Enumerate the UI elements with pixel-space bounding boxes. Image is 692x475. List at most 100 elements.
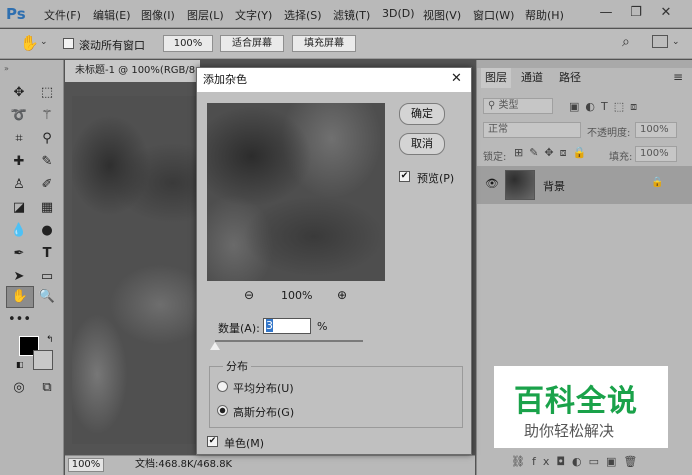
gaussian-label: 高斯分布(G)	[233, 406, 295, 419]
amount-slider-thumb[interactable]	[210, 342, 220, 350]
layer-thumbnail	[505, 170, 535, 200]
layer-row[interactable]: 👁 背景 🔒	[477, 166, 692, 204]
monochrome-checkbox[interactable]: ✔	[207, 436, 218, 447]
shape-tool-icon[interactable]: ▭	[36, 267, 58, 287]
search-icon[interactable]: ⌕	[622, 34, 630, 50]
kind-label: 类型	[498, 100, 519, 111]
preview-zoom: 100%	[281, 289, 313, 302]
zoom-out-icon[interactable]: ⊖	[244, 288, 254, 302]
options-bar: ✋ ⌄ 滚动所有窗口 100% 适合屏幕 填充屏幕 ⌕ ⌄	[0, 29, 692, 59]
restore-button[interactable]: ❐	[626, 4, 646, 22]
history-brush-icon[interactable]: ✐	[36, 175, 58, 195]
gradient-tool-icon[interactable]: ▦	[36, 198, 58, 218]
background-color-swatch[interactable]	[33, 350, 53, 370]
menu-3d[interactable]: 3D(D)	[382, 7, 415, 20]
fit-screen-button[interactable]: 适合屏幕	[220, 35, 284, 52]
default-colors-icon[interactable]: ◧	[16, 360, 24, 369]
tab-paths[interactable]: 路径	[555, 68, 585, 88]
menu-file[interactable]: 文件(F)	[44, 7, 81, 23]
more-tools-icon[interactable]: •••	[8, 310, 31, 330]
amount-input[interactable]: 3	[263, 318, 311, 334]
preview-checkbox[interactable]: ✔	[399, 171, 410, 182]
search-icon: ⚲	[488, 100, 499, 111]
tab-channels[interactable]: 通道	[517, 68, 547, 88]
scroll-all-checkbox[interactable]	[63, 38, 74, 49]
type-tool-icon[interactable]: T	[36, 244, 58, 264]
monochrome-label: 单色(M)	[224, 437, 265, 450]
tab-layers[interactable]: 图层	[481, 68, 511, 88]
workspace-icon[interactable]	[652, 35, 668, 48]
lock-label: 锁定:	[483, 152, 507, 163]
crop-tool-icon[interactable]: ⌗	[8, 129, 30, 149]
hand-tool-icon[interactable]: ✋	[20, 34, 39, 52]
document-canvas[interactable]	[72, 96, 198, 444]
preview-area[interactable]	[207, 103, 385, 281]
zoom-tool-icon[interactable]: 🔍	[36, 287, 58, 307]
healing-brush-icon[interactable]: ✚	[8, 152, 30, 172]
eyedropper-icon[interactable]: ⚲	[36, 129, 58, 149]
lock-icons[interactable]: ⊞✎✥⧈🔒	[514, 146, 592, 160]
menu-bar: Ps 文件(F) 编辑(E) 图像(I) 图层(L) 文字(Y) 选择(S) 滤…	[0, 0, 692, 28]
zoom-in-icon[interactable]: ⊕	[337, 288, 347, 302]
clone-stamp-icon[interactable]: ♙	[8, 175, 30, 195]
chevron-down-icon[interactable]: ⌄	[672, 37, 680, 47]
pen-tool-icon[interactable]: ✒	[8, 244, 30, 264]
magic-wand-icon[interactable]: ⚚	[36, 106, 58, 126]
blend-mode-select[interactable]: 正常	[483, 122, 581, 138]
eye-icon[interactable]: 👁	[485, 177, 499, 190]
zoom-field[interactable]: 100%	[68, 458, 104, 472]
minimize-button[interactable]: —	[596, 4, 616, 22]
uniform-radio[interactable]	[217, 381, 228, 392]
doc-info: 文档:468.8K/468.8K	[135, 459, 233, 470]
screen-mode-icon[interactable]: ⧉	[36, 378, 58, 398]
move-tool-icon[interactable]: ✥	[8, 83, 30, 103]
close-window-button[interactable]: ✕	[656, 4, 676, 22]
hand-tool-icon[interactable]: ✋	[6, 286, 34, 308]
opacity-field[interactable]: 100%	[635, 122, 677, 138]
gaussian-radio[interactable]	[217, 405, 228, 416]
add-noise-dialog: 添加杂色 ✕ 确定 取消 ✔ 预览(P) ⊖ 100% ⊕ 数量(A): 3 %…	[196, 67, 472, 455]
quick-mask-icon[interactable]: ◎	[8, 378, 30, 398]
menu-help[interactable]: 帮助(H)	[525, 7, 564, 23]
eraser-tool-icon[interactable]: ◪	[8, 198, 30, 218]
menu-filter[interactable]: 滤镜(T)	[333, 7, 370, 23]
brush-tool-icon[interactable]: ✎	[36, 152, 58, 172]
lasso-tool-icon[interactable]: ➰	[8, 106, 30, 126]
filter-icons[interactable]: ▣◐T⬚⧈	[569, 100, 643, 114]
cancel-button[interactable]: 取消	[399, 133, 445, 155]
collapse-icon[interactable]: »	[4, 64, 9, 73]
menu-type[interactable]: 文字(Y)	[235, 7, 272, 23]
menu-edit[interactable]: 编辑(E)	[93, 7, 131, 23]
watermark-title: 百科全说	[514, 384, 638, 419]
opacity-label: 不透明度:	[587, 128, 631, 139]
menu-image[interactable]: 图像(I)	[141, 7, 175, 23]
dodge-tool-icon[interactable]: ●	[36, 221, 58, 241]
chevron-down-icon[interactable]: ⌄	[40, 37, 48, 47]
panel-header-strip	[477, 60, 692, 68]
swap-colors-icon[interactable]: ↰	[46, 335, 54, 345]
document-tab[interactable]: 未标题-1 @ 100%(RGB/8	[65, 60, 200, 82]
zoom-100-button[interactable]: 100%	[163, 35, 213, 52]
fill-screen-button[interactable]: 填充屏幕	[292, 35, 356, 52]
menu-window[interactable]: 窗口(W)	[473, 7, 514, 23]
menu-view[interactable]: 视图(V)	[423, 7, 461, 23]
watermark: 百科全说 助你轻松解决	[494, 366, 668, 448]
panel-menu-icon[interactable]: ≡	[673, 70, 683, 84]
ok-button[interactable]: 确定	[399, 103, 445, 125]
amount-slider-track[interactable]	[215, 340, 363, 342]
preview-label: 预览(P)	[417, 172, 455, 185]
menu-select[interactable]: 选择(S)	[284, 7, 322, 23]
toolbox: » ✥ ⬚ ➰ ⚚ ⌗ ⚲ ✚ ✎ ♙ ✐ ◪ ▦ 💧 ● ✒ T ➤ ▭ ✋ …	[0, 60, 64, 475]
marquee-tool-icon[interactable]: ⬚	[36, 83, 58, 103]
layer-actions-icons[interactable]: ⛓fx◘◐▭▣🗑	[511, 455, 644, 468]
menu-layer[interactable]: 图层(L)	[187, 7, 224, 23]
layer-name: 背景	[543, 180, 565, 193]
blur-tool-icon[interactable]: 💧	[8, 221, 30, 241]
close-icon[interactable]: ✕	[451, 71, 462, 86]
status-bar: 100% 文档:468.8K/468.8K	[65, 455, 475, 475]
fill-field[interactable]: 100%	[635, 146, 677, 162]
lock-icon: 🔒	[651, 177, 664, 188]
path-select-icon[interactable]: ➤	[8, 267, 30, 287]
scroll-all-label: 滚动所有窗口	[79, 39, 145, 52]
filter-kind-select[interactable]: ⚲ 类型	[483, 98, 553, 114]
